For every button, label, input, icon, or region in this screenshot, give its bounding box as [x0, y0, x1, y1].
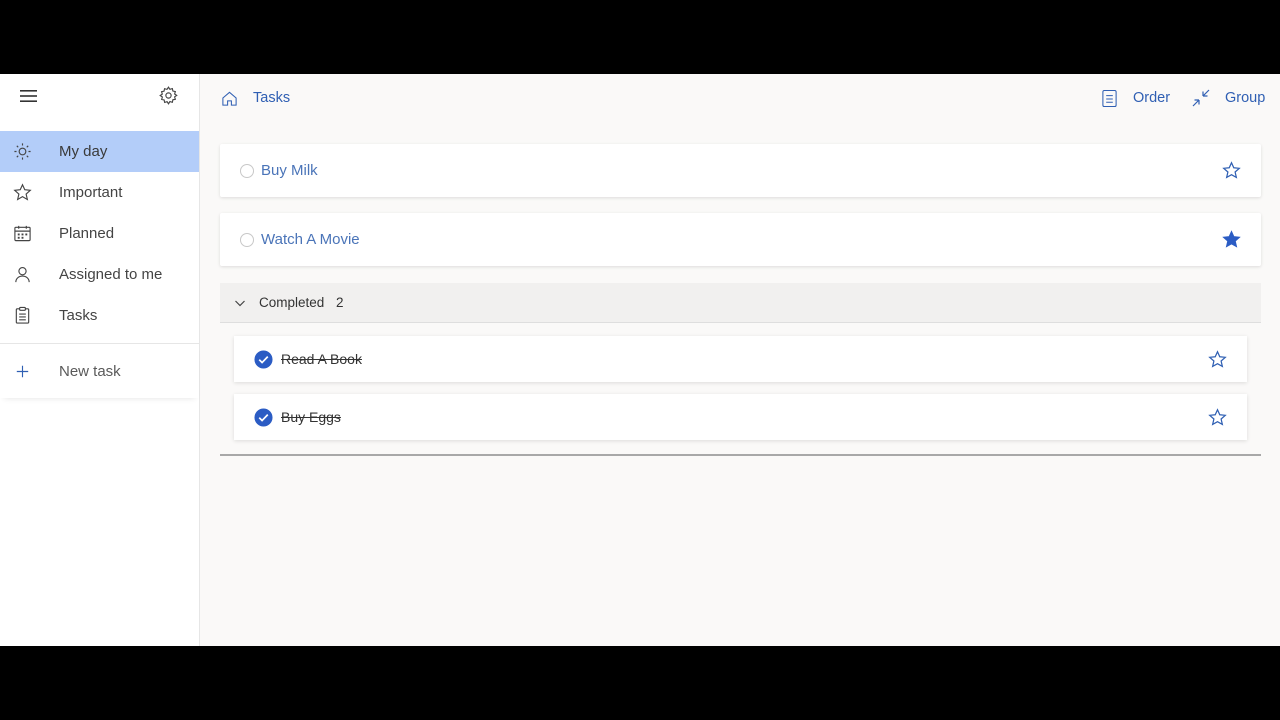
- toolbar: Tasks Order Group: [200, 74, 1280, 122]
- sidebar-item-label: Important: [59, 184, 123, 201]
- task-title: Read A Book: [281, 351, 362, 367]
- task-item[interactable]: Buy Milk: [220, 144, 1261, 197]
- clipboard-icon: [15, 306, 30, 324]
- star-outline-icon[interactable]: [1208, 408, 1227, 427]
- calendar-icon: [14, 225, 31, 242]
- gear-icon[interactable]: [158, 85, 179, 106]
- completed-count: 2: [336, 295, 344, 310]
- sidebar-item-tasks[interactable]: Tasks: [0, 295, 199, 336]
- task-title: Buy Eggs: [281, 409, 341, 425]
- star-filled-icon[interactable]: [1222, 230, 1241, 249]
- task-title: Watch A Movie: [261, 231, 360, 248]
- task-complete-checkbox[interactable]: [240, 164, 254, 178]
- sidebar-item-label: Assigned to me: [59, 266, 163, 283]
- order-button[interactable]: Order: [1133, 90, 1170, 106]
- group-button[interactable]: Group: [1225, 90, 1265, 106]
- check-circle-icon[interactable]: [254, 350, 273, 369]
- breadcrumb[interactable]: Tasks: [253, 90, 290, 106]
- completed-section-toggle[interactable]: Completed 2: [220, 283, 1261, 323]
- sidebar-item-label: Tasks: [59, 307, 98, 324]
- sidebar-item-planned[interactable]: Planned: [0, 213, 199, 254]
- hamburger-menu-icon[interactable]: [19, 88, 39, 104]
- new-task-label: New task: [59, 362, 121, 380]
- completed-task-item[interactable]: Read A Book: [234, 336, 1247, 382]
- main-content: Tasks Order Group Buy Milk Watch A Movie: [200, 74, 1280, 646]
- group-collapse-icon[interactable]: [1191, 88, 1211, 108]
- sidebar-item-my-day[interactable]: My day: [0, 131, 199, 172]
- plus-icon: [16, 365, 29, 378]
- star-icon: [13, 183, 32, 201]
- home-icon[interactable]: [221, 90, 238, 107]
- section-divider: [220, 454, 1261, 456]
- completed-label: Completed: [259, 295, 325, 310]
- check-circle-icon[interactable]: [254, 408, 273, 427]
- star-outline-icon[interactable]: [1222, 161, 1241, 180]
- sidebar-header: [0, 74, 199, 131]
- sidebar-item-important[interactable]: Important: [0, 172, 199, 213]
- sidebar-item-label: Planned: [59, 225, 115, 242]
- sidebar-item-label: My day: [59, 143, 108, 160]
- sidebar-item-assigned-to-me[interactable]: Assigned to me: [0, 254, 199, 295]
- task-title: Buy Milk: [261, 162, 318, 179]
- order-icon[interactable]: [1101, 89, 1118, 108]
- completed-task-item[interactable]: Buy Eggs: [234, 394, 1247, 440]
- star-outline-icon[interactable]: [1208, 350, 1227, 369]
- chevron-down-icon: [235, 300, 245, 307]
- sun-icon: [14, 143, 31, 160]
- task-item[interactable]: Watch A Movie: [220, 213, 1261, 266]
- person-icon: [15, 266, 30, 283]
- sidebar: My day Important Planned Assigned to me …: [0, 74, 200, 646]
- app-window: My day Important Planned Assigned to me …: [0, 74, 1280, 646]
- task-complete-checkbox[interactable]: [240, 233, 254, 247]
- new-task-button[interactable]: New task: [0, 344, 199, 398]
